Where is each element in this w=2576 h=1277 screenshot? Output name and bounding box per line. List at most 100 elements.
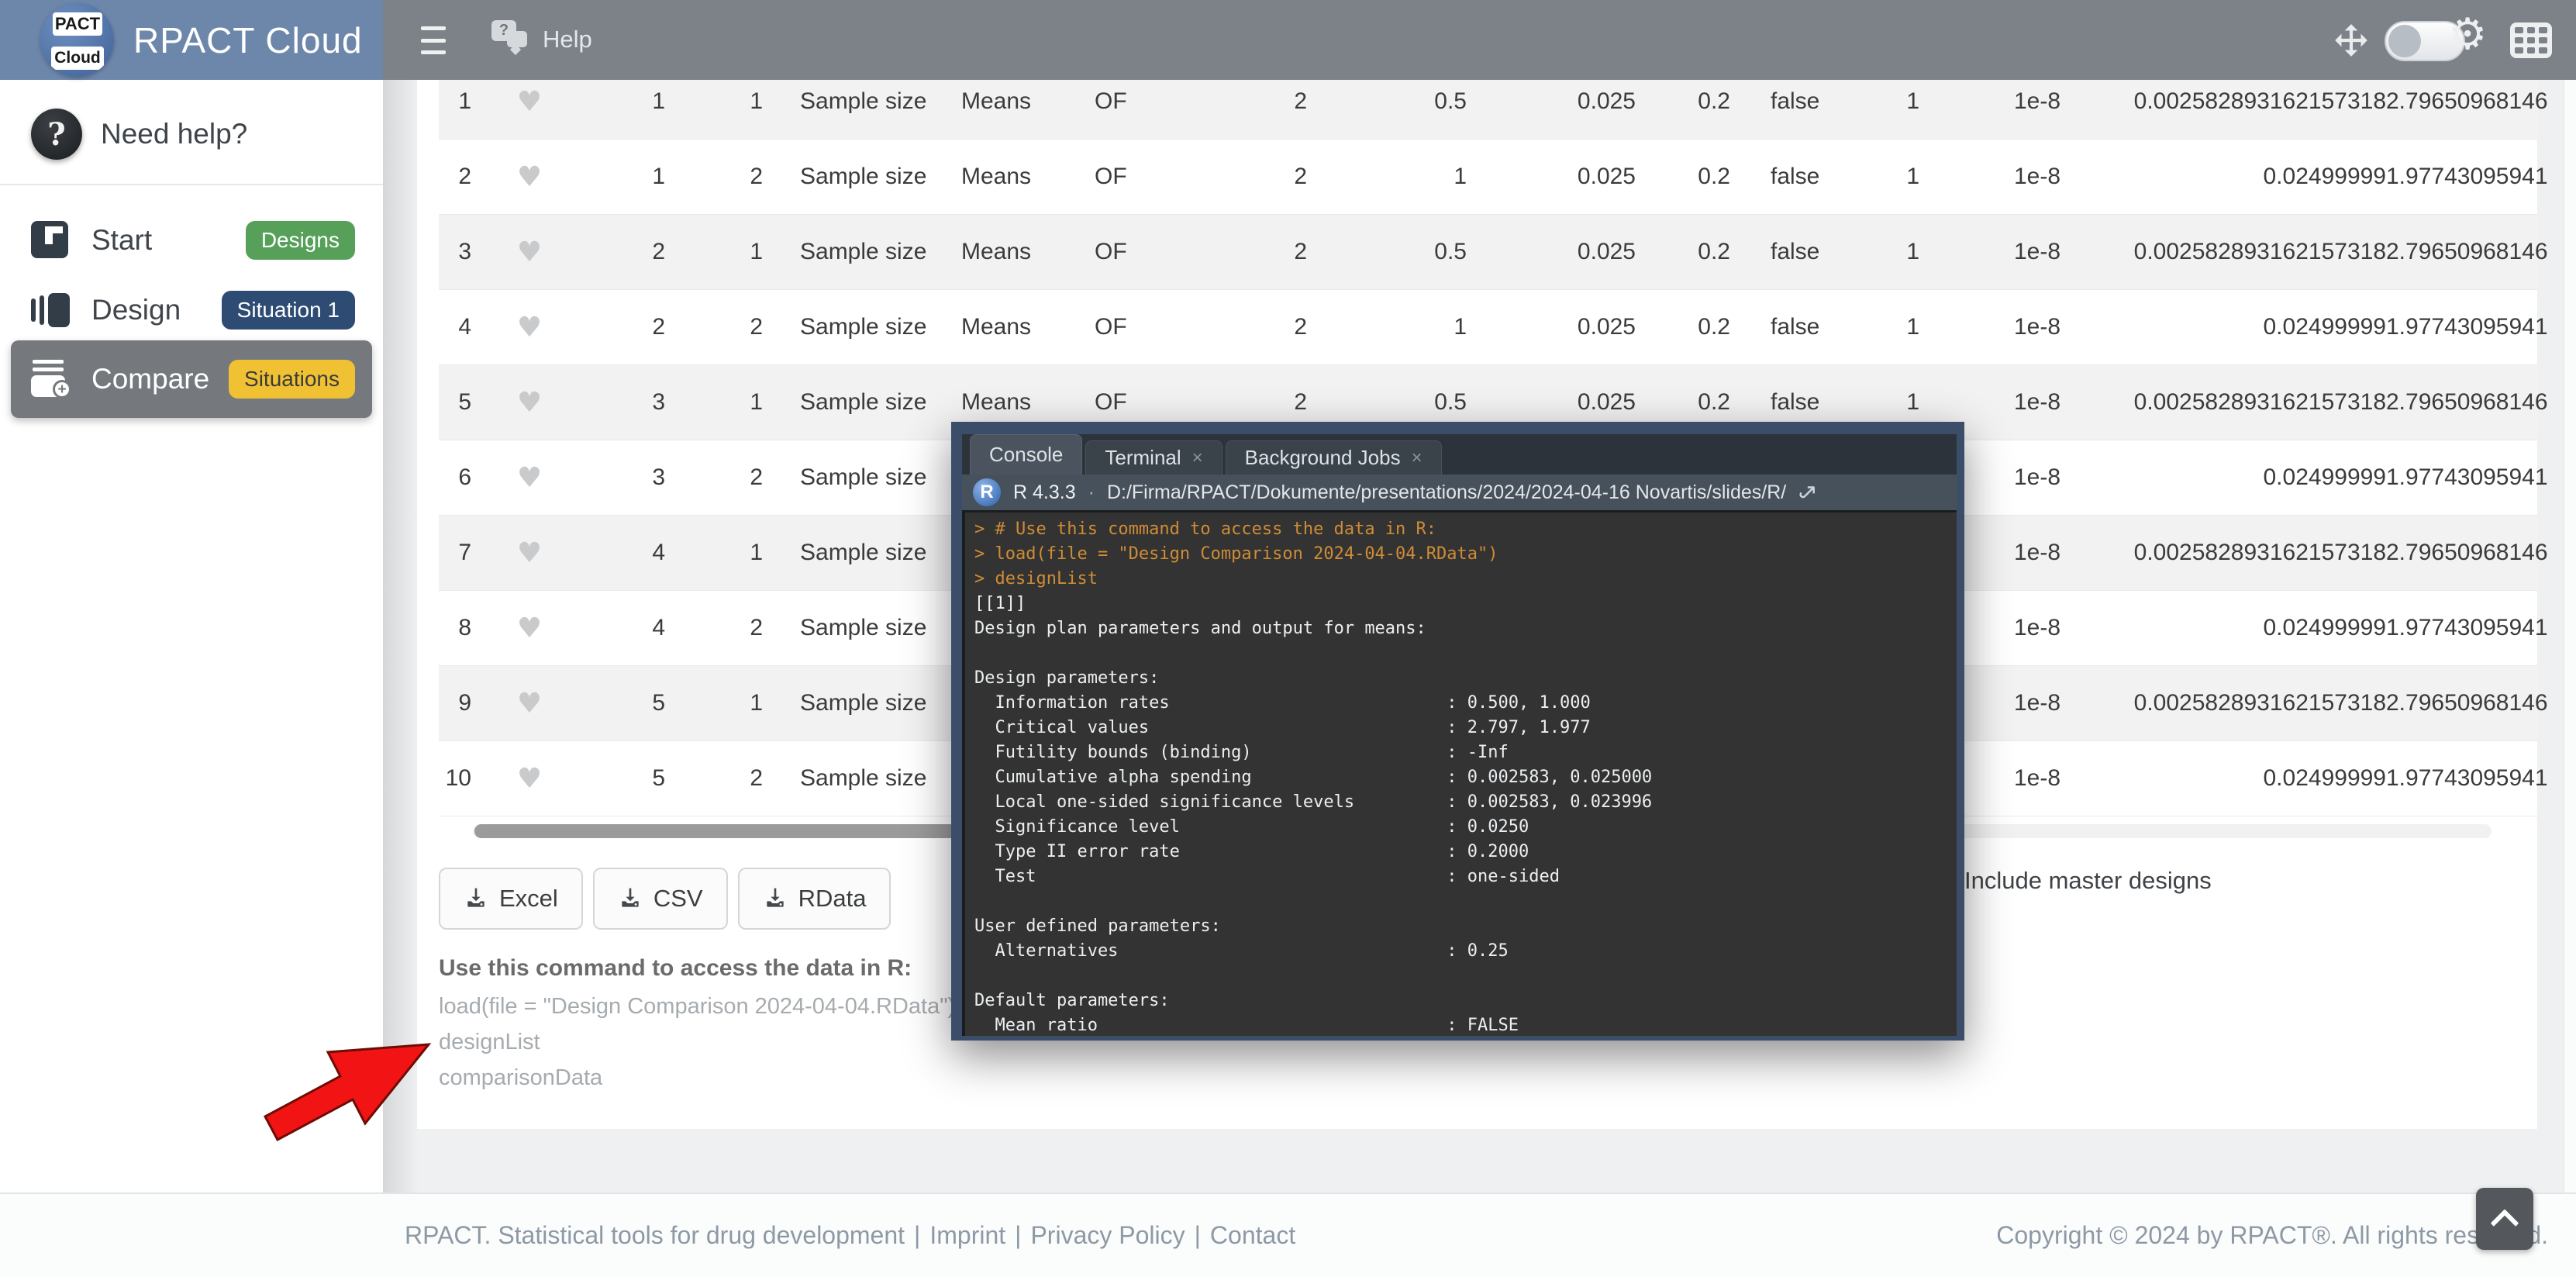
favorite-heart-icon[interactable]: ♥	[471, 613, 588, 644]
cell-output-type: Sample size	[763, 164, 961, 190]
r-access-designlist: designList	[439, 1030, 955, 1055]
cell-stage: 2	[665, 765, 763, 792]
flipboard-icon	[31, 221, 71, 260]
cell-design-type: OF	[1095, 389, 1240, 416]
goto-directory-icon[interactable]: ↪	[1792, 476, 1826, 509]
cell-information-rate: 0.5	[1307, 88, 1467, 115]
help-button[interactable]: ? Help	[491, 20, 592, 59]
include-master-designs-label[interactable]: Include master designs	[1964, 867, 2212, 895]
tab-background-jobs[interactable]: Background Jobs ×	[1226, 440, 1442, 475]
row-index: 3	[439, 239, 471, 265]
table-row[interactable]: 3 ♥ 2 1 Sample size Means OF 2 0.5 0.025…	[439, 215, 2538, 290]
cell-output-type: Sample size	[763, 690, 961, 716]
r-logo-icon: R	[973, 478, 1001, 506]
cell-output-type: Sample size	[763, 389, 961, 416]
need-help-button[interactable]: ? Need help?	[0, 103, 383, 165]
close-icon[interactable]: ×	[1192, 447, 1203, 469]
export-excel-label: Excel	[499, 885, 558, 913]
r-access-block: Use this command to access the data in R…	[439, 955, 955, 1101]
browser-scrollbar[interactable]	[2564, 80, 2576, 1192]
sidebar-shadow	[383, 80, 419, 1192]
cell-tolerance: 1e-8	[1919, 88, 2060, 115]
export-rdata-button[interactable]: RData	[738, 868, 891, 930]
footer: RPACT. Statistical tools for drug develo…	[0, 1192, 2576, 1277]
cell-gamma: 1	[1845, 314, 1919, 340]
separator: |	[914, 1221, 920, 1250]
sidebar-item-design[interactable]: Design Situation 1	[11, 272, 372, 348]
expand-arrows-icon[interactable]	[2332, 21, 2371, 60]
cell-design: 2	[588, 239, 665, 265]
cell-critical-value: 1.97743095941	[2386, 765, 2538, 792]
favorite-heart-icon[interactable]: ♥	[471, 763, 588, 795]
cell-information-rate: 1	[1307, 164, 1467, 190]
cell-design: 4	[588, 615, 665, 641]
favorite-heart-icon[interactable]: ♥	[471, 688, 588, 720]
cell-gamma: 1	[1845, 164, 1919, 190]
favorite-heart-icon[interactable]: ♥	[471, 161, 588, 193]
favorite-heart-icon[interactable]: ♥	[471, 312, 588, 343]
working-directory-path: D:/Firma/RPACT/Dokumente/presentations/2…	[1107, 481, 1786, 504]
close-icon[interactable]: ×	[1412, 447, 1422, 469]
cell-alpha: 0.025	[1467, 314, 1636, 340]
cell-design: 4	[588, 540, 665, 566]
cell-gamma: 1	[1845, 239, 1919, 265]
cell-alpha-spent: 0.02499999	[2060, 164, 2386, 190]
favorite-heart-icon[interactable]: ♥	[471, 462, 588, 494]
cell-stage: 1	[665, 239, 763, 265]
row-index: 10	[439, 765, 471, 792]
rpact-logo: PACT Cloud	[40, 3, 114, 77]
cell-stage: 2	[665, 615, 763, 641]
cell-stage: 1	[665, 540, 763, 566]
cell-output-type: Sample size	[763, 88, 961, 115]
footer-link-contact[interactable]: Contact	[1210, 1221, 1295, 1250]
cell-tolerance: 1e-8	[1919, 164, 2060, 190]
rstudio-console-window[interactable]: Console Terminal × Background Jobs × R R…	[951, 422, 1964, 1041]
export-csv-button[interactable]: CSV	[593, 868, 728, 930]
favorite-heart-icon[interactable]: ♥	[471, 537, 588, 569]
cell-alpha: 0.025	[1467, 164, 1636, 190]
chevron-up-icon	[2491, 1209, 2519, 1237]
cell-output-type: Sample size	[763, 314, 961, 340]
footer-link-imprint[interactable]: Imprint	[929, 1221, 1005, 1250]
cell-endpoint: Means	[961, 314, 1095, 340]
cell-design-type: OF	[1095, 314, 1240, 340]
cell-beta: 0.2	[1636, 164, 1730, 190]
table-grid-icon[interactable]	[2510, 22, 2552, 58]
cell-alpha-spent: 0.002582893162157318	[2060, 389, 2386, 416]
tab-terminal[interactable]: Terminal ×	[1085, 440, 1222, 475]
r-version: R 4.3.3	[1013, 481, 1076, 504]
cell-alpha: 0.025	[1467, 239, 1636, 265]
download-icon	[464, 886, 488, 911]
row-index: 6	[439, 464, 471, 491]
table-row[interactable]: 4 ♥ 2 2 Sample size Means OF 2 1 0.025 0…	[439, 290, 2538, 365]
cell-binding: false	[1730, 239, 1845, 265]
console-tabbar: Console Terminal × Background Jobs ×	[962, 434, 1957, 475]
export-excel-button[interactable]: Excel	[439, 868, 583, 930]
cell-beta: 0.2	[1636, 314, 1730, 340]
settings-gear-icon[interactable]: ⚙	[2448, 12, 2487, 56]
cell-output-type: Sample size	[763, 765, 961, 792]
tab-label: Background Jobs	[1245, 446, 1401, 470]
scroll-to-top-button[interactable]	[2476, 1188, 2533, 1250]
favorite-heart-icon[interactable]: ♥	[471, 86, 588, 118]
separator-dot: ·	[1088, 481, 1095, 504]
cell-beta: 0.2	[1636, 88, 1730, 115]
table-row[interactable]: 2 ♥ 1 2 Sample size Means OF 2 1 0.025 0…	[439, 140, 2538, 215]
row-index: 4	[439, 314, 471, 340]
cell-binding: false	[1730, 88, 1845, 115]
favorite-heart-icon[interactable]: ♥	[471, 387, 588, 419]
sidebar-item-compare[interactable]: + Compare Situations	[11, 340, 372, 418]
cell-alpha-spent: 0.002582893162157318	[2060, 690, 2386, 716]
favorite-heart-icon[interactable]: ♥	[471, 236, 588, 268]
cell-kmax: 2	[1240, 239, 1307, 265]
footer-link-privacy-policy[interactable]: Privacy Policy	[1030, 1221, 1185, 1250]
separator: |	[1015, 1221, 1021, 1250]
row-index: 5	[439, 389, 471, 416]
hamburger-menu-icon[interactable]	[421, 26, 447, 54]
sidebar-item-start[interactable]: Start Designs	[11, 202, 372, 278]
cell-critical-value: 2.79650968146	[2386, 690, 2538, 716]
cell-tolerance: 1e-8	[1919, 389, 2060, 416]
tab-console[interactable]: Console	[970, 434, 1082, 475]
cell-critical-value: 1.97743095941	[2386, 164, 2538, 190]
cell-stage: 2	[665, 164, 763, 190]
